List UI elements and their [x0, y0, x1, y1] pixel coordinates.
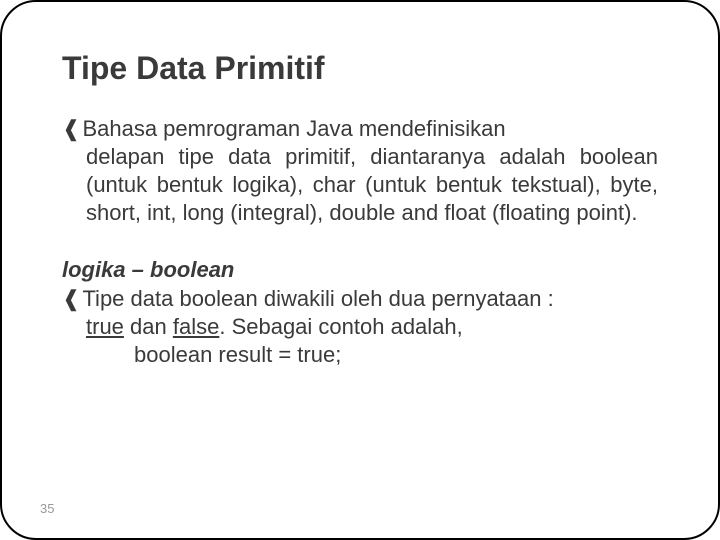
underline-true: true	[86, 314, 124, 339]
text-contoh: . Sebagai contoh adalah,	[219, 314, 462, 339]
bullet-text-line1: Bahasa pemrograman Java mendefinisikan	[82, 115, 505, 143]
bullet-row: ❰ Bahasa pemrograman Java mendefinisikan	[62, 115, 658, 143]
bullet-icon: ❰	[62, 285, 80, 313]
underline-false: false	[173, 314, 219, 339]
bullet2-line3: boolean result = true;	[62, 341, 658, 369]
text-dan: dan	[124, 314, 173, 339]
slide-title: Tipe Data Primitif	[62, 50, 658, 87]
bullet-block-2: ❰ Tipe data boolean diwakili oleh dua pe…	[62, 285, 658, 369]
bullet2-line1: Tipe data boolean diwakili oleh dua pern…	[82, 285, 553, 313]
bullet-row: ❰ Tipe data boolean diwakili oleh dua pe…	[62, 285, 658, 313]
bullet-icon: ❰	[62, 115, 80, 143]
page-number: 35	[40, 501, 54, 516]
bullet2-line2: true dan false. Sebagai contoh adalah,	[62, 313, 658, 341]
slide-frame: Tipe Data Primitif ❰ Bahasa pemrograman …	[0, 0, 720, 540]
bullet-text-rest: delapan tipe data primitif, diantaranya …	[62, 143, 658, 227]
bullet-block-1: ❰ Bahasa pemrograman Java mendefinisikan…	[62, 115, 658, 227]
subheading: logika – boolean	[62, 257, 658, 283]
